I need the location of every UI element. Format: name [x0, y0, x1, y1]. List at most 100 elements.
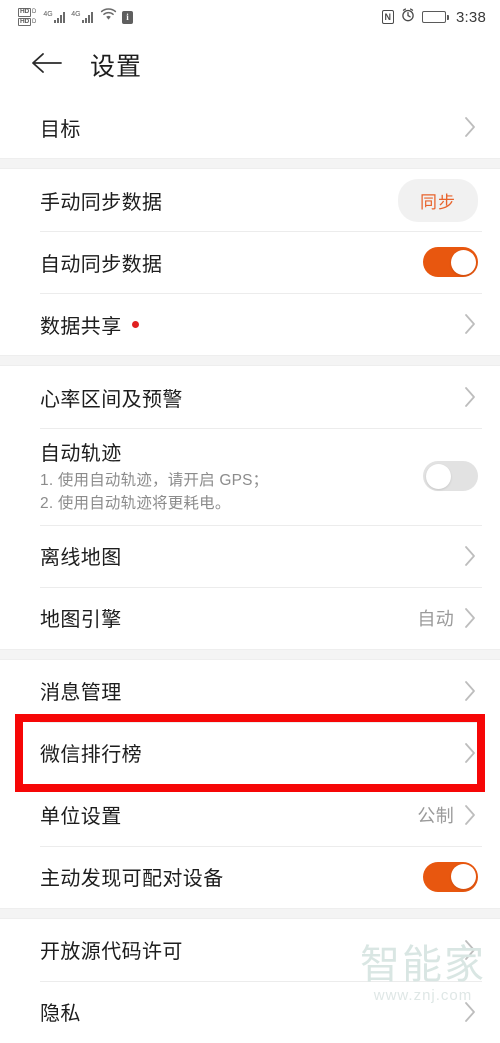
toggle-knob — [450, 864, 476, 889]
settings-row-value: 自动 — [417, 608, 454, 629]
settings-row[interactable]: 消息管理 — [0, 660, 500, 722]
info-icon: i — [122, 10, 134, 24]
settings-row-label: 微信排行榜 — [40, 738, 463, 767]
status-bar-right: N 3:38 — [381, 7, 487, 27]
volte-hd-sim2-icon: HD D — [18, 17, 37, 26]
page-title: 设置 — [90, 53, 143, 81]
settings-row[interactable]: 开放源代码许可 — [0, 919, 500, 981]
toggle-switch[interactable] — [423, 247, 478, 277]
settings-row-main: 隐私 — [40, 988, 463, 1035]
toggle-switch[interactable] — [423, 461, 478, 492]
battery-icon — [422, 11, 449, 23]
chevron-right-icon — [465, 1001, 475, 1022]
section-divider — [0, 648, 500, 660]
signal-sim1-label: 4G — [43, 11, 53, 18]
settings-row-label-text: 离线地图 — [40, 547, 122, 569]
volte-hd-indicators: HD D HD D — [18, 8, 36, 26]
settings-row[interactable]: 自动同步数据 — [0, 231, 500, 293]
settings-row-main: 单位设置 — [40, 791, 417, 838]
battery-cap — [447, 14, 449, 20]
settings-section: 目标 — [0, 96, 500, 158]
settings-row[interactable]: 自动轨迹 1. 使用自动轨迹，请开启 GPS； 2. 使用自动轨迹将更耗电。 — [0, 428, 500, 525]
volte-hd-sim2-sub: D — [32, 18, 37, 25]
settings-row[interactable]: 地图引擎 自动 — [0, 586, 500, 649]
settings-row-main: 自动同步数据 — [40, 239, 423, 286]
volte-hd-sim1-sub: D — [32, 9, 37, 16]
settings-row[interactable]: 目标 — [0, 96, 500, 158]
nfc-icon: N — [381, 10, 394, 24]
settings-row-label-text: 自动轨迹 — [40, 443, 122, 465]
chevron-right-icon — [465, 314, 475, 334]
settings-row-main: 地图引擎 — [40, 594, 417, 641]
settings-row-label-text: 微信排行榜 — [40, 744, 142, 766]
settings-row-label: 地图引擎 — [40, 603, 417, 632]
settings-row-main: 数据共享 — [40, 301, 463, 348]
chevron-right-icon — [465, 117, 475, 137]
chevron-right-icon — [465, 742, 475, 763]
signal-sim2-bars — [82, 11, 94, 23]
settings-row-main: 心率区间及预警 — [40, 374, 463, 421]
settings-row[interactable]: 隐私 — [0, 980, 500, 1043]
toggle-knob — [450, 249, 476, 275]
settings-list: 目标手动同步数据 同步自动同步数据数据共享心率区间及预警 自动轨迹 1. 使用自动轨迹… — [0, 96, 500, 1043]
settings-row-label: 数据共享 — [40, 310, 463, 339]
settings-row-label: 隐私 — [40, 997, 463, 1026]
settings-row-value: 公制 — [417, 805, 454, 826]
chevron-right-icon — [465, 607, 475, 628]
volte-hd-sim1-label: HD — [18, 8, 31, 17]
settings-row-label-text: 主动发现可配对设备 — [40, 868, 224, 890]
back-arrow-icon[interactable] — [30, 50, 64, 81]
wifi-icon — [100, 8, 117, 26]
settings-row-label: 消息管理 — [40, 676, 463, 705]
settings-row-label-text: 消息管理 — [40, 682, 122, 704]
status-bar-clock: 3:38 — [456, 8, 486, 26]
settings-row-label-text: 目标 — [40, 118, 81, 141]
settings-row-label: 目标 — [40, 113, 463, 142]
settings-row-label: 心率区间及预警 — [40, 383, 463, 412]
settings-row-label-text: 心率区间及预警 — [40, 388, 183, 411]
settings-row-label-text: 单位设置 — [40, 806, 122, 828]
settings-row-label-text: 地图引擎 — [40, 609, 122, 631]
settings-section: 心率区间及预警 自动轨迹 1. 使用自动轨迹，请开启 GPS； 2. 使用自动轨迹将更… — [0, 366, 500, 649]
settings-row-main: 目标 — [40, 104, 463, 151]
toggle-switch[interactable] — [423, 861, 478, 892]
settings-row-main: 离线地图 — [40, 532, 463, 579]
battery-body — [422, 11, 446, 23]
status-bar: HD D HD D 4G 4G i N 3:38 — [0, 0, 500, 34]
settings-row-label-text: 开放源代码许可 — [40, 941, 183, 963]
settings-row[interactable]: 手动同步数据 同步 — [0, 169, 500, 231]
settings-row-main: 主动发现可配对设备 — [40, 853, 423, 900]
chevron-right-icon — [465, 804, 475, 825]
settings-row-label-text: 手动同步数据 — [40, 191, 163, 214]
section-divider — [0, 907, 500, 919]
signal-sim1-bars — [54, 11, 66, 23]
settings-row-label: 离线地图 — [40, 541, 463, 570]
settings-row-main: 自动轨迹 1. 使用自动轨迹，请开启 GPS； 2. 使用自动轨迹将更耗电。 — [40, 428, 423, 525]
settings-row-subtitle: 1. 使用自动轨迹，请开启 GPS； 2. 使用自动轨迹将更耗电。 — [40, 469, 423, 516]
settings-row[interactable]: 微信排行榜 — [0, 721, 500, 784]
settings-row[interactable]: 心率区间及预警 — [0, 366, 500, 428]
settings-row[interactable]: 主动发现可配对设备 — [0, 845, 500, 908]
settings-row-main: 消息管理 — [40, 667, 463, 714]
settings-row-label: 自动轨迹 — [40, 437, 423, 466]
status-bar-left: HD D HD D 4G 4G i — [18, 8, 134, 26]
settings-row-subtitle-line: 1. 使用自动轨迹，请开启 GPS； — [40, 472, 269, 489]
settings-section: 开放源代码许可 隐私 — [0, 918, 500, 1043]
settings-section: 消息管理微信排行榜单位设置 公制主动发现可配对设备 — [0, 659, 500, 908]
section-divider — [0, 355, 500, 366]
settings-row[interactable]: 单位设置 公制 — [0, 783, 500, 846]
settings-row-label: 单位设置 — [40, 800, 417, 829]
chevron-right-icon — [465, 387, 475, 407]
settings-row-subtitle-line: 2. 使用自动轨迹将更耗电。 — [40, 495, 231, 513]
settings-row-main: 开放源代码许可 — [40, 926, 463, 973]
chevron-right-icon — [465, 545, 475, 566]
settings-section: 手动同步数据 同步自动同步数据数据共享 — [0, 169, 500, 355]
sync-now-button[interactable]: 同步 — [398, 178, 478, 222]
settings-row[interactable]: 离线地图 — [0, 524, 500, 587]
signal-sim2-icon: 4G — [71, 11, 94, 23]
page-header: 设置 — [0, 34, 500, 96]
volte-hd-sim2-label: HD — [18, 17, 31, 26]
signal-sim1-icon: 4G — [43, 11, 66, 23]
volte-hd-sim1-icon: HD D — [18, 8, 36, 17]
settings-row[interactable]: 数据共享 — [0, 293, 500, 355]
